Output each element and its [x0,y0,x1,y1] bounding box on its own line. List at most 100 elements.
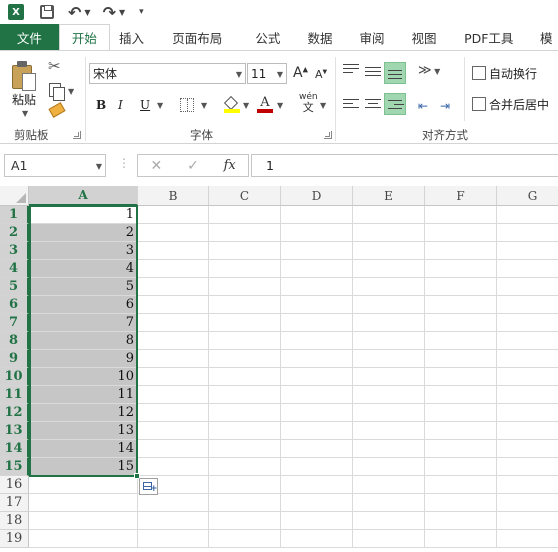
cell-c16[interactable] [209,476,281,494]
paste-button[interactable]: 粘贴 [12,91,36,108]
formula-input[interactable]: 1 [251,154,558,177]
tab-view[interactable]: 视图 [398,24,449,50]
cell-f18[interactable] [425,512,497,530]
cell-g1[interactable] [497,206,558,224]
cell-c15[interactable] [209,458,281,476]
cell-g7[interactable] [497,314,558,332]
cell-b14[interactable] [138,440,209,458]
bold-button[interactable]: B [96,95,106,115]
cell-c1[interactable] [209,206,281,224]
cell-e11[interactable] [353,386,425,404]
tab-data[interactable]: 数据 [294,24,345,50]
cell-b10[interactable] [138,368,209,386]
fill-color-button[interactable] [223,95,240,115]
cell-e15[interactable] [353,458,425,476]
cell-c10[interactable] [209,368,281,386]
row-header[interactable]: 5 [0,278,29,296]
row-header[interactable]: 16 [0,476,29,494]
font-size-select[interactable]: 11 ▼ [247,63,287,84]
cell-e7[interactable] [353,314,425,332]
cell-d18[interactable] [281,512,353,530]
cell-e2[interactable] [353,224,425,242]
cell-d4[interactable] [281,260,353,278]
format-painter-icon[interactable] [48,102,66,118]
paste-icon[interactable] [12,61,38,91]
cell-a12[interactable]: 12 [29,404,138,422]
cell-b5[interactable] [138,278,209,296]
row-header[interactable]: 9 [0,350,29,368]
row-header[interactable]: 4 [0,260,29,278]
tab-home[interactable]: 开始 [58,24,110,51]
cell-c6[interactable] [209,296,281,314]
undo-icon[interactable]: ↶ [68,0,81,24]
column-header-d[interactable]: D [281,186,353,206]
align-left-icon[interactable] [343,99,359,115]
cell-g12[interactable] [497,404,558,422]
cell-f19[interactable] [425,530,497,548]
cell-g4[interactable] [497,260,558,278]
decrease-font-size-icon[interactable]: A▼ [315,68,327,81]
cell-e4[interactable] [353,260,425,278]
cell-a1[interactable]: 1 [29,206,138,224]
cell-b13[interactable] [138,422,209,440]
enter-icon[interactable]: ✓ [175,158,212,174]
cell-b17[interactable] [138,494,209,512]
font-color-dropdown-icon[interactable]: ▼ [277,95,283,115]
cell-g2[interactable] [497,224,558,242]
cell-a11[interactable]: 11 [29,386,138,404]
paste-dropdown-icon[interactable]: ▼ [22,109,28,118]
row-header[interactable]: 18 [0,512,29,530]
row-header[interactable]: 19 [0,530,29,548]
cell-d12[interactable] [281,404,353,422]
row-header[interactable]: 17 [0,494,29,512]
copy-dropdown-icon[interactable]: ▼ [68,87,74,96]
increase-font-size-icon[interactable]: A▲ [293,65,308,81]
row-header[interactable]: 15 [0,458,29,476]
cell-d8[interactable] [281,332,353,350]
row-header[interactable]: 12 [0,404,29,422]
name-box[interactable]: A1 ▼ [4,154,106,177]
cell-c5[interactable] [209,278,281,296]
cell-f12[interactable] [425,404,497,422]
cell-e10[interactable] [353,368,425,386]
cell-c2[interactable] [209,224,281,242]
cell-g15[interactable] [497,458,558,476]
align-center-icon[interactable] [365,99,381,115]
cell-e14[interactable] [353,440,425,458]
cell-d19[interactable] [281,530,353,548]
cell-f9[interactable] [425,350,497,368]
cell-d17[interactable] [281,494,353,512]
clipboard-launcher-icon[interactable] [73,131,81,139]
insert-function-button[interactable]: fx [211,158,248,173]
cell-e16[interactable] [353,476,425,494]
row-header[interactable]: 3 [0,242,29,260]
cell-f5[interactable] [425,278,497,296]
row-header[interactable]: 13 [0,422,29,440]
cell-a18[interactable] [29,512,138,530]
cell-b7[interactable] [138,314,209,332]
cell-f16[interactable] [425,476,497,494]
cell-f1[interactable] [425,206,497,224]
row-header[interactable]: 6 [0,296,29,314]
column-header-f[interactable]: F [425,186,497,206]
cell-e13[interactable] [353,422,425,440]
orientation-icon[interactable]: ≫ ▼ [418,63,440,78]
cell-d11[interactable] [281,386,353,404]
auto-fill-options-button[interactable]: + [139,478,158,495]
underline-dropdown-icon[interactable]: ▼ [157,95,163,115]
phonetic-guide-button[interactable]: wén 文 [299,93,318,114]
cell-g8[interactable] [497,332,558,350]
redo-icon[interactable]: ↷ [103,0,116,24]
cell-a4[interactable]: 4 [29,260,138,278]
cell-d3[interactable] [281,242,353,260]
cell-d5[interactable] [281,278,353,296]
cell-a14[interactable]: 14 [29,440,138,458]
cell-g16[interactable] [497,476,558,494]
column-header-g[interactable]: G [497,186,558,206]
copy-icon[interactable] [49,83,65,101]
cell-e18[interactable] [353,512,425,530]
row-header[interactable]: 14 [0,440,29,458]
cell-d2[interactable] [281,224,353,242]
cell-b18[interactable] [138,512,209,530]
increase-indent-icon[interactable]: ⇥ [440,99,456,115]
